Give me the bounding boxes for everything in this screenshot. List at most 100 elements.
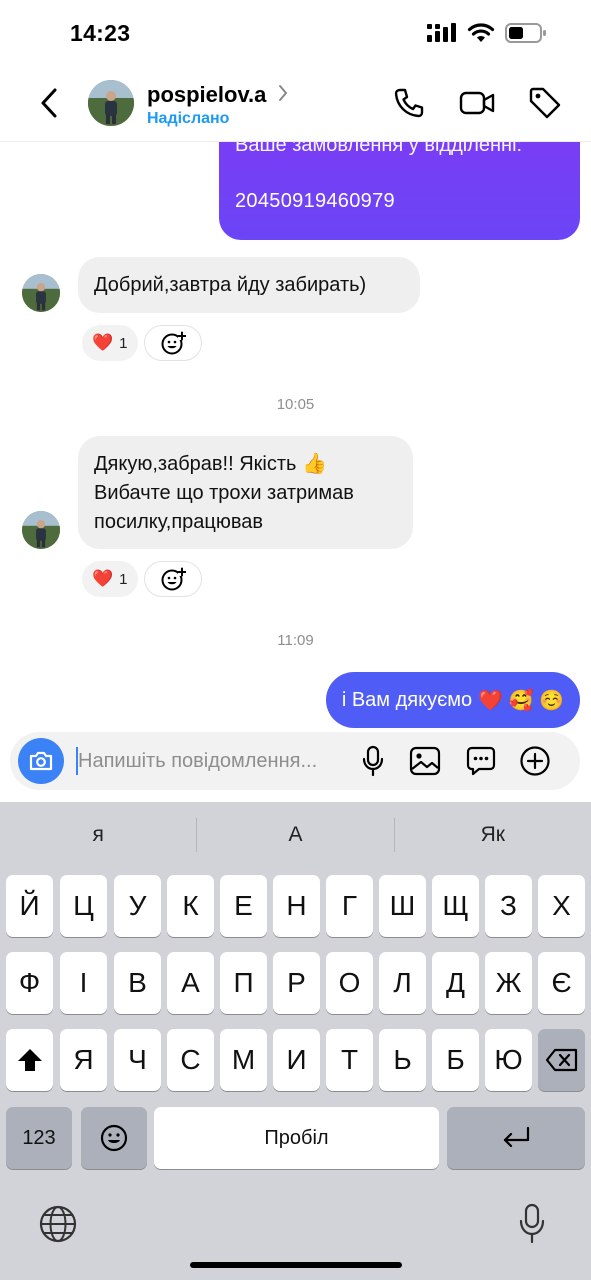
emoji-key[interactable] (81, 1107, 147, 1169)
suggestion-item[interactable]: Як (395, 802, 591, 868)
home-indicator[interactable] (190, 1262, 402, 1268)
return-icon (503, 1126, 530, 1148)
add-reaction-button[interactable] (143, 561, 202, 597)
message-thread[interactable]: Ваше замовлення у відділенні: 2045091946… (0, 142, 591, 732)
globe-button[interactable] (38, 1204, 78, 1249)
message-input[interactable] (78, 742, 348, 780)
microphone-icon (362, 745, 384, 777)
key[interactable]: Т (326, 1029, 373, 1091)
status-icons (427, 22, 547, 49)
message-text: Дякую,забрав!! Якість 👍 (94, 453, 327, 475)
status-bar: 14:23 (0, 0, 591, 70)
outgoing-message-bubble[interactable]: Ваше замовлення у відділенні: 2045091946… (219, 142, 580, 240)
reaction-count: 1 (119, 334, 128, 352)
numbers-key[interactable]: 123 (6, 1107, 72, 1169)
reaction-heart-pill[interactable]: ❤️ 1 (82, 325, 138, 361)
camera-icon (29, 751, 53, 771)
chevron-left-icon (41, 88, 57, 118)
key[interactable]: Є (538, 952, 585, 1014)
tag-button[interactable] (526, 84, 564, 122)
message-text: і Вам дякуємо (341, 688, 473, 711)
sticker-button[interactable] (464, 744, 498, 778)
suggestion-item[interactable]: А (197, 802, 393, 868)
delete-key[interactable] (538, 1029, 585, 1091)
heart-emoji: ❤️ (92, 333, 114, 352)
phone-call-button[interactable] (390, 84, 428, 122)
key[interactable]: Д (432, 952, 479, 1014)
incoming-message-bubble[interactable]: Добрий,завтра йду забирать) (78, 257, 420, 313)
globe-icon (39, 1205, 77, 1243)
suggestion-bar: я А Як (0, 802, 591, 868)
key[interactable]: Ю (485, 1029, 532, 1091)
key[interactable]: П (220, 952, 267, 1014)
message-text: 20450919460979 (235, 190, 395, 212)
key[interactable]: Л (379, 952, 426, 1014)
suggestion-item[interactable]: я (0, 802, 196, 868)
key[interactable]: Н (273, 875, 320, 937)
chevron-right-icon[interactable] (277, 84, 289, 107)
message-reactions: ❤️ 1 (82, 325, 202, 361)
sender-avatar[interactable] (22, 511, 60, 549)
sender-avatar[interactable] (22, 274, 60, 312)
key[interactable]: Р (273, 952, 320, 1014)
add-emoji-icon (161, 567, 186, 591)
key[interactable]: Ш (379, 875, 426, 937)
key[interactable]: М (220, 1029, 267, 1091)
message-status: Надіслано (147, 110, 230, 127)
key[interactable]: Ф (6, 952, 53, 1014)
space-key[interactable]: Пробіл (154, 1107, 439, 1169)
emoji-icon (100, 1124, 128, 1152)
camera-button[interactable] (18, 738, 64, 784)
key[interactable]: У (114, 875, 161, 937)
gallery-button[interactable] (408, 744, 442, 778)
message-emojis: ❤️ 🥰 ☺️ (478, 689, 564, 712)
key[interactable]: Ж (485, 952, 532, 1014)
key[interactable]: З (485, 875, 532, 937)
dictation-button[interactable] (516, 1202, 548, 1251)
shift-key[interactable] (6, 1029, 53, 1091)
contact-avatar[interactable] (88, 80, 134, 126)
key[interactable]: С (167, 1029, 214, 1091)
message-text: Вибачте що трохи затримав (94, 482, 354, 504)
return-key[interactable] (447, 1107, 585, 1169)
key[interactable]: І (60, 952, 107, 1014)
key[interactable]: Щ (432, 875, 479, 937)
key[interactable]: Б (432, 1029, 479, 1091)
video-camera-icon (459, 91, 495, 115)
status-time: 14:23 (70, 20, 131, 46)
cellular-signal-icon (427, 23, 457, 48)
heart-emoji: ❤️ (92, 569, 114, 588)
key[interactable]: О (326, 952, 373, 1014)
key[interactable]: Ь (379, 1029, 426, 1091)
backspace-icon (545, 1048, 577, 1072)
battery-icon (505, 22, 547, 49)
key[interactable]: Я (60, 1029, 107, 1091)
image-icon (409, 746, 441, 776)
outgoing-message-bubble[interactable]: і Вам дякуємо ❤️ 🥰 ☺️ (325, 672, 580, 728)
message-timestamp: 10:05 (276, 396, 315, 413)
key[interactable]: Й (6, 875, 53, 937)
reaction-heart-pill[interactable]: ❤️ 1 (82, 561, 138, 597)
plus-circle-icon (520, 746, 550, 776)
key[interactable]: В (114, 952, 161, 1014)
voice-message-button[interactable] (356, 744, 390, 778)
back-button[interactable] (32, 86, 66, 120)
add-reaction-button[interactable] (143, 325, 202, 361)
key[interactable]: Е (220, 875, 267, 937)
key[interactable]: Х (538, 875, 585, 937)
key[interactable]: Г (326, 875, 373, 937)
video-call-button[interactable] (458, 84, 496, 122)
key[interactable]: К (167, 875, 214, 937)
more-options-button[interactable] (518, 744, 552, 778)
tag-icon (529, 87, 561, 119)
key[interactable]: Ч (114, 1029, 161, 1091)
wifi-icon (467, 23, 495, 48)
chat-header: pospielov.a Надіслано (0, 70, 591, 142)
key[interactable]: А (167, 952, 214, 1014)
reaction-count: 1 (119, 570, 128, 588)
key[interactable]: Ц (60, 875, 107, 937)
contact-username[interactable]: pospielov.a (147, 82, 266, 108)
shift-icon (17, 1049, 42, 1071)
key[interactable]: И (273, 1029, 320, 1091)
incoming-message-bubble[interactable]: Дякую,забрав!! Якість 👍 Вибачте що трохи… (78, 436, 413, 549)
